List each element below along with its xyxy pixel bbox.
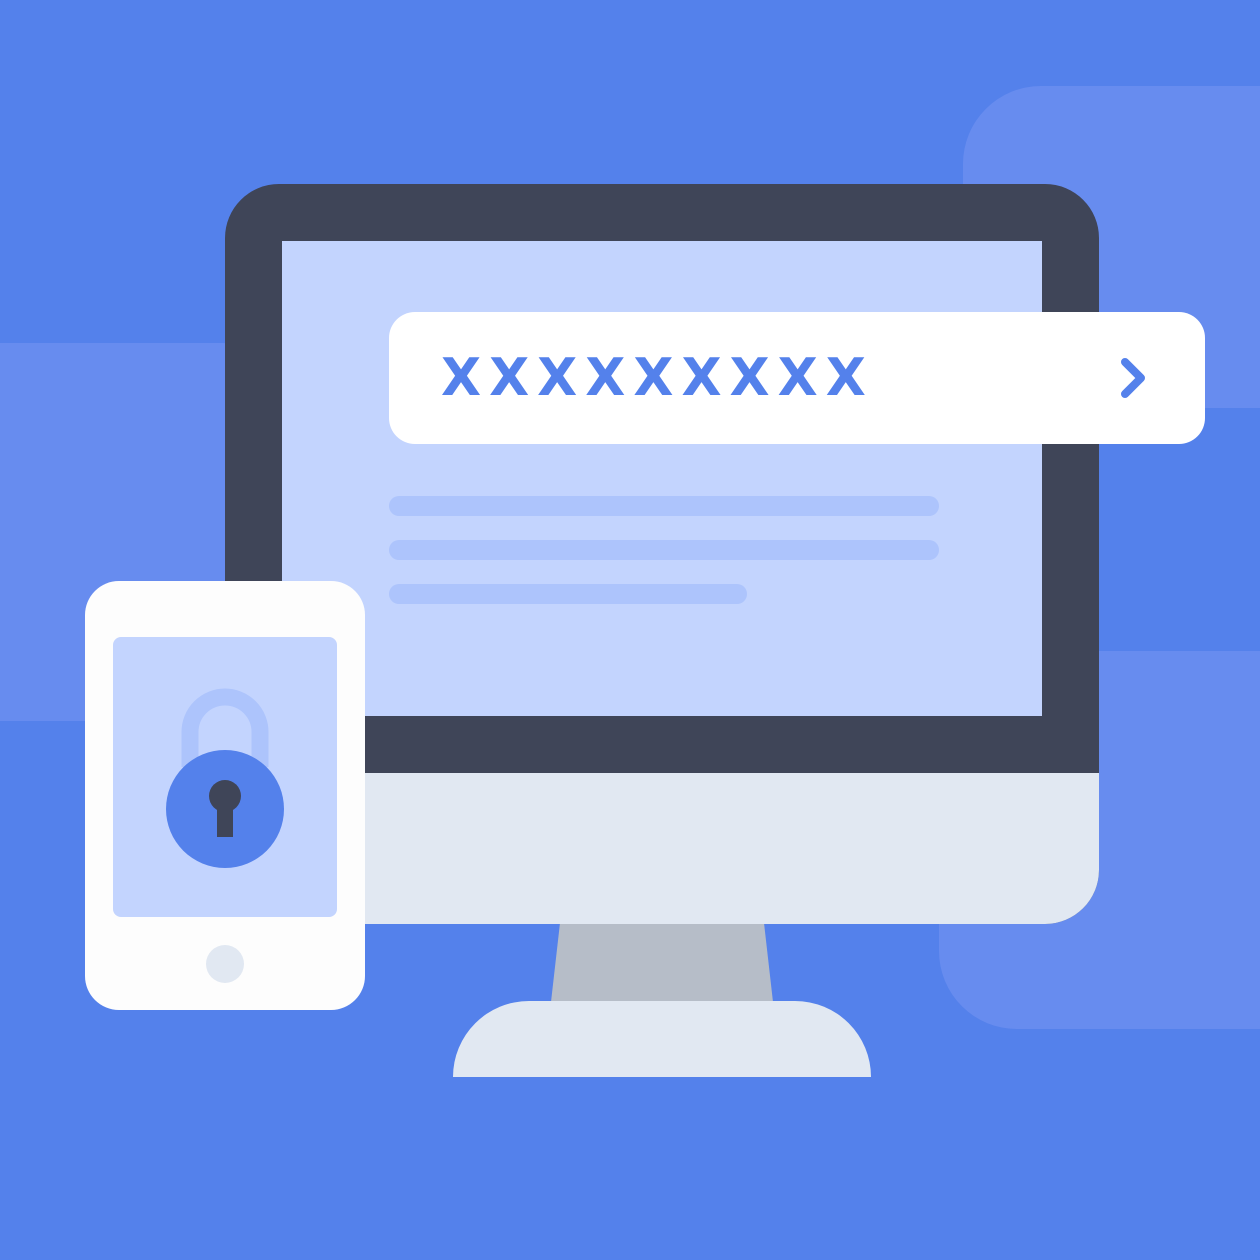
monitor-stand-neck — [551, 924, 773, 1002]
placeholder-text-line — [389, 540, 939, 560]
phone-screen — [113, 637, 337, 917]
placeholder-text-line — [389, 584, 747, 604]
padlock-icon — [166, 688, 284, 868]
password-input[interactable]: XXXXXXXXX — [389, 312, 1205, 444]
masked-password-text: XXXXXXXXX — [441, 348, 874, 408]
illustration-canvas: XXXXXXXXX — [0, 0, 1260, 1260]
monitor-stand-base — [453, 1001, 871, 1077]
chevron-right-icon-svg — [1121, 358, 1145, 398]
smartphone — [85, 581, 365, 1010]
chevron-right-icon[interactable] — [1115, 358, 1155, 398]
home-button[interactable] — [206, 945, 244, 983]
placeholder-text-line — [389, 496, 939, 516]
